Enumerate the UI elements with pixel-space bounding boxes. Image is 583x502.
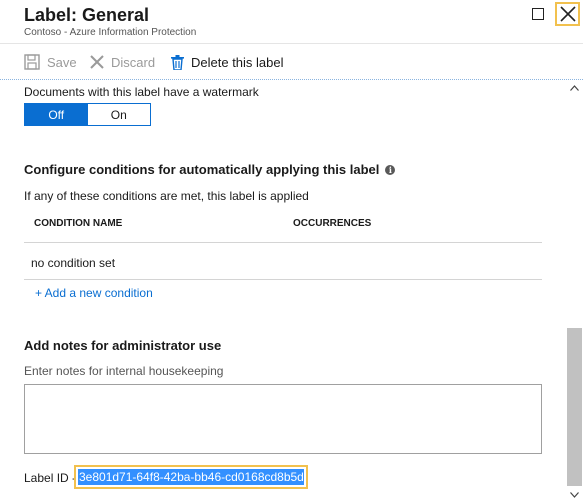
close-icon <box>559 6 576 22</box>
notes-description: Enter notes for internal housekeeping <box>24 364 224 378</box>
label-blade: Label: General Contoso - Azure Informati… <box>0 0 583 502</box>
conditions-title: Configure conditions for automatically a… <box>24 162 380 177</box>
scroll-up-button[interactable] <box>566 81 583 95</box>
label-id-value: 3e801d71-64f8-42ba-bb46-cd0168cd8b5d <box>78 469 304 485</box>
page-title: Label: General <box>24 5 150 25</box>
add-condition-link[interactable]: + Add a new condition <box>35 286 153 300</box>
notes-heading: Add notes for administrator use <box>24 338 222 353</box>
discard-button[interactable]: Discard <box>90 52 155 72</box>
notes-textarea[interactable] <box>24 384 542 454</box>
discard-icon <box>90 55 104 69</box>
column-condition-name: CONDITION NAME <box>34 218 123 229</box>
label-id-field[interactable]: 3e801d71-64f8-42ba-bb46-cd0168cd8b5d <box>74 465 308 489</box>
trash-icon <box>171 54 184 70</box>
save-label: Save <box>47 54 77 70</box>
blade-header: Label: General Contoso - Azure Informati… <box>0 0 583 44</box>
save-icon <box>24 54 40 70</box>
column-occurrences: OCCURRENCES <box>293 218 372 229</box>
conditions-table-header: CONDITION NAME OCCURRENCES <box>24 209 542 243</box>
delete-label: Delete this label <box>191 54 284 70</box>
vertical-scrollbar[interactable] <box>566 81 583 502</box>
save-button[interactable]: Save <box>24 52 77 72</box>
chevron-up-icon <box>570 85 579 91</box>
maximize-icon[interactable] <box>532 8 544 20</box>
conditions-heading: Configure conditions for automatically a… <box>24 162 396 177</box>
scroll-thumb[interactable] <box>567 328 582 486</box>
info-icon[interactable]: i <box>385 164 396 175</box>
command-bar: Save Discard Delete this label <box>0 44 583 80</box>
toggle-off[interactable]: Off <box>25 104 88 125</box>
scroll-down-button[interactable] <box>566 488 583 502</box>
discard-label: Discard <box>111 54 156 70</box>
toggle-on[interactable]: On <box>87 104 150 125</box>
condition-name-cell: no condition set <box>31 256 116 270</box>
page-subtitle: Contoso - Azure Information Protection <box>24 27 197 38</box>
table-row: no condition set <box>24 244 542 280</box>
close-button[interactable] <box>555 2 580 26</box>
label-id-prefix: Label ID - <box>24 471 77 485</box>
delete-label-button[interactable]: Delete this label <box>171 52 284 72</box>
conditions-description: If any of these conditions are met, this… <box>24 189 309 203</box>
blade-content: Documents with this label have a waterma… <box>0 81 566 502</box>
watermark-toggle: Off On <box>24 103 151 126</box>
watermark-label: Documents with this label have a waterma… <box>24 85 259 99</box>
chevron-down-icon <box>570 492 579 498</box>
